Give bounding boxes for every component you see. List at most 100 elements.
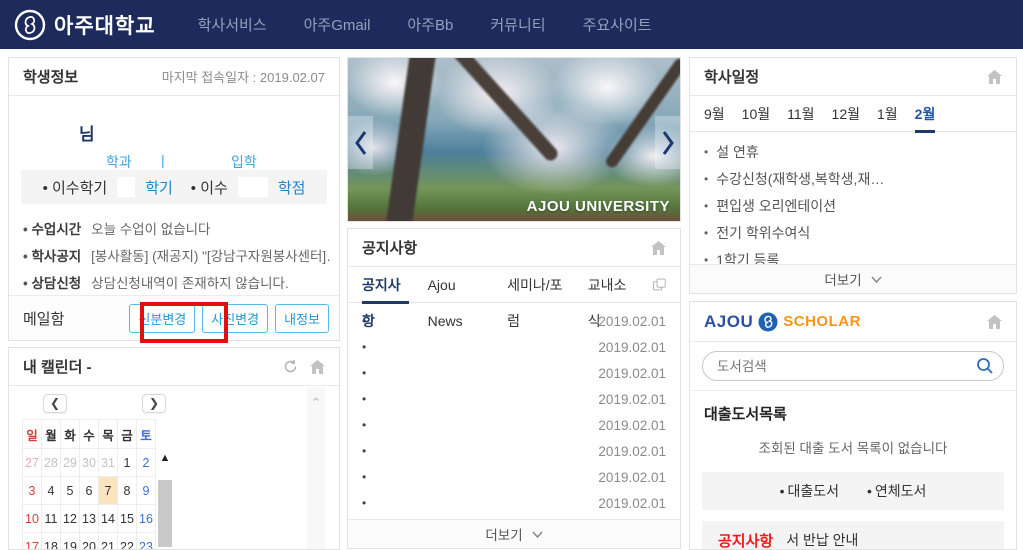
schedule-list: •설 연휴 •수강신청(재학생,복학생,재… •편입생 오리엔테이션 •전기 학…	[690, 132, 1016, 273]
identity-change-button[interactable]: 신분변경	[129, 304, 195, 333]
calendar-prev-button[interactable]: ❮	[43, 394, 67, 413]
top-navbar: 아주대학교 학사서비스 아주Gmail 아주Bb 커뮤니티 주요사이트	[0, 0, 1023, 49]
calendar-day[interactable]: 19	[61, 533, 80, 550]
university-logo[interactable]: 아주대학교	[14, 9, 156, 41]
tab-notices[interactable]: 공지사항	[362, 267, 409, 303]
menu-ajou-gmail[interactable]: 아주Gmail	[304, 14, 371, 35]
calendar-day[interactable]: 1	[118, 449, 137, 477]
home-icon[interactable]	[987, 70, 1002, 84]
schedule-item[interactable]: •전기 학위수여식	[704, 219, 1002, 246]
menu-major-sites[interactable]: 주요사이트	[583, 14, 652, 35]
home-icon[interactable]	[651, 241, 666, 255]
last-access: 마지막 접속일자 : 2019.02.07	[162, 67, 325, 86]
chevron-down-icon	[532, 531, 543, 538]
tab-december[interactable]: 12월	[832, 96, 860, 132]
schedule-more-button[interactable]: 더보기	[690, 264, 1016, 293]
notice-item[interactable]: •2019.02.01	[362, 412, 666, 438]
tab-january[interactable]: 1월	[877, 96, 898, 132]
calendar-day[interactable]: 31	[99, 449, 118, 477]
calendar-day[interactable]: 27	[23, 449, 42, 477]
calendar-day[interactable]: 15	[118, 505, 137, 533]
calendar-day[interactable]: 5	[61, 477, 80, 505]
calendar-day[interactable]: 11	[42, 505, 61, 533]
calendar-day[interactable]: 4	[42, 477, 61, 505]
calendar-day[interactable]: 16	[137, 505, 156, 533]
schedule-item[interactable]: •설 연휴	[704, 138, 1002, 165]
tab-november[interactable]: 11월	[787, 96, 814, 132]
notice-item[interactable]: •2019.02.01	[362, 360, 666, 386]
calendar-day[interactable]: 18	[42, 533, 61, 550]
calendar-day[interactable]: 10	[23, 505, 42, 533]
refresh-icon[interactable]	[283, 359, 298, 374]
ajou-scholar-logo[interactable]: AJOU SCHOLAR	[704, 312, 861, 332]
tree-trunk-graphic	[380, 57, 438, 222]
calendar-day[interactable]: 28	[42, 449, 61, 477]
mailbox-label[interactable]: 메일함	[23, 308, 64, 329]
calendar-day[interactable]: 9	[137, 477, 156, 505]
notice-item[interactable]: •2019.02.01	[362, 438, 666, 464]
calendar-day[interactable]: 13	[80, 505, 99, 533]
calendar-next-button[interactable]: ❯	[142, 394, 166, 413]
loan-tab-borrowed[interactable]: 대출도서	[780, 481, 839, 501]
calendar-day[interactable]: 30	[80, 449, 99, 477]
calendar-week-row: 17 18 19 20 21 22 23	[23, 533, 156, 550]
notices-title: 공지사항	[362, 237, 417, 258]
menu-academic-services[interactable]: 학사서비스	[198, 14, 267, 35]
home-icon[interactable]	[310, 360, 325, 374]
calendar-day[interactable]: 8	[118, 477, 137, 505]
class-time-row[interactable]: 수업시간오늘 수업이 없습니다	[23, 216, 331, 243]
calendar-day[interactable]: 14	[99, 505, 118, 533]
scholar-notice-bar[interactable]: 공지사항 서 반납 안내	[702, 521, 1004, 550]
tab-campus-news[interactable]: 교내소식	[588, 267, 635, 303]
menu-community[interactable]: 커뮤니티	[490, 14, 545, 35]
calendar-day[interactable]: 17	[23, 533, 42, 550]
book-search-input[interactable]	[702, 351, 1004, 381]
calendar-day[interactable]: 6	[80, 477, 99, 505]
photo-change-button[interactable]: 사진변경	[202, 304, 268, 333]
calendar-title: 내 캘린더 -	[23, 356, 92, 377]
notice-item[interactable]: •2019.02.01	[362, 464, 666, 490]
schedule-item[interactable]: •수강신청(재학생,복학생,재…	[704, 165, 1002, 192]
open-window-icon[interactable]	[653, 278, 666, 291]
carousel-prev-button[interactable]	[348, 116, 373, 169]
menu-ajou-bb[interactable]: 아주Bb	[407, 14, 453, 35]
calendar-day[interactable]: 21	[99, 533, 118, 550]
semester-label: 이수학기	[43, 177, 108, 198]
notices-more-button[interactable]: 더보기	[348, 519, 680, 548]
semester-value-blank	[117, 177, 135, 197]
notice-item[interactable]: •2019.02.01	[362, 490, 666, 516]
loan-tabs: 대출도서 연체도서	[702, 472, 1004, 510]
loan-empty-message: 조회된 대출 도서 목록이 없습니다	[690, 437, 1016, 457]
search-icon[interactable]	[976, 357, 994, 375]
tab-october[interactable]: 10월	[742, 96, 770, 132]
schedule-item[interactable]: •편입생 오리엔테이션	[704, 192, 1002, 219]
calendar-scroll-thumb[interactable]	[158, 480, 172, 547]
my-info-button[interactable]: 내정보	[275, 304, 329, 333]
scholar-notice-text: 서 반납 안내	[786, 530, 858, 550]
counseling-row[interactable]: 상담신청상담신청내역이 존재하지 않습니다.	[23, 270, 331, 297]
agenda-scroll-up-icon[interactable]: ⌃	[307, 395, 325, 411]
scholar-brand-ajou: AJOU	[704, 312, 753, 332]
calendar-day[interactable]: 20	[80, 533, 99, 550]
calendar-day[interactable]: 12	[61, 505, 80, 533]
calendar-day[interactable]: 22	[118, 533, 137, 550]
calendar-scroll-up-icon[interactable]: ▲	[158, 448, 172, 468]
notice-item[interactable]: •2019.02.01	[362, 386, 666, 412]
dept-label: 학과	[106, 152, 132, 172]
carousel-next-button[interactable]	[655, 116, 680, 169]
tab-ajou-news[interactable]: Ajou News	[428, 267, 488, 303]
calendar-day[interactable]: 23	[137, 533, 156, 550]
academic-schedule-panel: 학사일정 9월 10월 11월 12월 1월 2월 •설 연휴 •수강신청(재학…	[689, 57, 1017, 294]
my-calendar-panel: 내 캘린더 - ❮ ❯ 일 월 화 수 목 금 토 27	[8, 347, 340, 550]
tab-seminar-forum[interactable]: 세미나/포럼	[507, 267, 569, 303]
calendar-day[interactable]: 3	[23, 477, 42, 505]
academic-notice-row[interactable]: 학사공지[봉사활동] (재공지) "[강남구자원봉사센터]…	[23, 243, 331, 270]
calendar-day-today[interactable]: 7	[99, 477, 118, 505]
home-icon[interactable]	[987, 315, 1002, 329]
calendar-week-row: 27 28 29 30 31 1 2	[23, 449, 156, 477]
calendar-day[interactable]: 29	[61, 449, 80, 477]
tab-september[interactable]: 9월	[704, 96, 725, 132]
loan-tab-overdue[interactable]: 연체도서	[867, 481, 926, 501]
calendar-day[interactable]: 2	[137, 449, 156, 477]
tab-february[interactable]: 2월	[915, 96, 936, 132]
